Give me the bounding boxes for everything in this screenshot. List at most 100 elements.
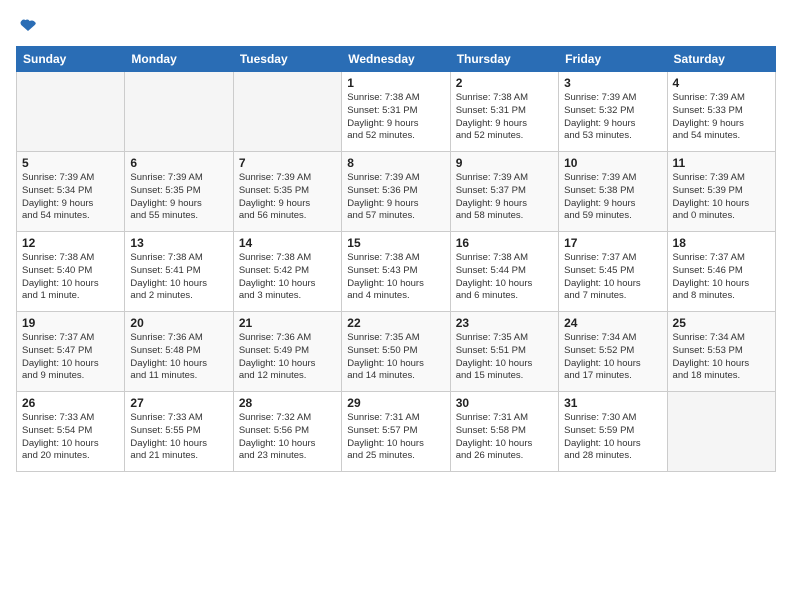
day-cell: 27Sunrise: 7:33 AM Sunset: 5:55 PM Dayli… bbox=[125, 392, 233, 472]
logo-bird-icon bbox=[18, 16, 38, 36]
day-cell bbox=[125, 72, 233, 152]
day-info: Sunrise: 7:39 AM Sunset: 5:36 PM Dayligh… bbox=[347, 172, 444, 223]
day-number: 1 bbox=[347, 76, 444, 90]
week-row-4: 26Sunrise: 7:33 AM Sunset: 5:54 PM Dayli… bbox=[17, 392, 776, 472]
day-cell bbox=[17, 72, 125, 152]
day-number: 5 bbox=[22, 156, 119, 170]
day-number: 21 bbox=[239, 316, 336, 330]
day-cell: 24Sunrise: 7:34 AM Sunset: 5:52 PM Dayli… bbox=[559, 312, 667, 392]
day-cell: 31 Sunrise: 7:30 AM Sunset: 5:59 PM Dayli… bbox=[559, 392, 667, 472]
day-info: Sunrise: 7:35 AM Sunset: 5:51 PM Dayligh… bbox=[456, 332, 553, 383]
day-number: 17 bbox=[564, 236, 661, 250]
day-cell: 20 Sunrise: 7:36 AM Sunset: 5:48 PM Dayli… bbox=[125, 312, 233, 392]
week-row-3: 19 Sunrise: 7:37 AM Sunset: 5:47 PM Dayli… bbox=[17, 312, 776, 392]
day-cell: 7Sunrise: 7:39 AM Sunset: 5:35 PM Daylig… bbox=[233, 152, 341, 232]
day-cell: 30 Sunrise: 7:31 AM Sunset: 5:58 PM Dayli… bbox=[450, 392, 558, 472]
day-cell: 11 Sunrise: 7:39 AM Sunset: 5:39 PM Dayli… bbox=[667, 152, 775, 232]
day-info: Sunrise: 7:31 AM Sunset: 5:57 PM Dayligh… bbox=[347, 412, 444, 463]
day-info: Sunrise: 7:38 AM Sunset: 5:42 PM Dayligh… bbox=[239, 252, 336, 303]
day-number: 13 bbox=[130, 236, 227, 250]
day-info: Sunrise: 7:34 AM Sunset: 5:53 PM Dayligh… bbox=[673, 332, 770, 383]
day-cell: 10Sunrise: 7:39 AM Sunset: 5:38 PM Dayli… bbox=[559, 152, 667, 232]
day-info: Sunrise: 7:38 AM Sunset: 5:44 PM Dayligh… bbox=[456, 252, 553, 303]
day-cell: 13 Sunrise: 7:38 AM Sunset: 5:41 PM Dayli… bbox=[125, 232, 233, 312]
day-info: Sunrise: 7:32 AM Sunset: 5:56 PM Dayligh… bbox=[239, 412, 336, 463]
day-cell: 16 Sunrise: 7:38 AM Sunset: 5:44 PM Dayli… bbox=[450, 232, 558, 312]
day-number: 14 bbox=[239, 236, 336, 250]
day-info: Sunrise: 7:37 AM Sunset: 5:46 PM Dayligh… bbox=[673, 252, 770, 303]
day-cell: 17 Sunrise: 7:37 AM Sunset: 5:45 PM Dayli… bbox=[559, 232, 667, 312]
day-cell: 25 Sunrise: 7:34 AM Sunset: 5:53 PM Dayli… bbox=[667, 312, 775, 392]
page-header bbox=[16, 16, 776, 36]
day-cell: 8 Sunrise: 7:39 AM Sunset: 5:36 PM Daylig… bbox=[342, 152, 450, 232]
header-row: SundayMondayTuesdayWednesdayThursdayFrid… bbox=[17, 47, 776, 72]
day-info: Sunrise: 7:39 AM Sunset: 5:35 PM Dayligh… bbox=[130, 172, 227, 223]
header-wednesday: Wednesday bbox=[342, 47, 450, 72]
day-info: Sunrise: 7:36 AM Sunset: 5:48 PM Dayligh… bbox=[130, 332, 227, 383]
day-number: 15 bbox=[347, 236, 444, 250]
day-number: 19 bbox=[22, 316, 119, 330]
day-cell: 19 Sunrise: 7:37 AM Sunset: 5:47 PM Dayli… bbox=[17, 312, 125, 392]
day-number: 24 bbox=[564, 316, 661, 330]
header-tuesday: Tuesday bbox=[233, 47, 341, 72]
day-cell: 4 Sunrise: 7:39 AM Sunset: 5:33 PM Daylig… bbox=[667, 72, 775, 152]
day-info: Sunrise: 7:33 AM Sunset: 5:54 PM Dayligh… bbox=[22, 412, 119, 463]
day-number: 23 bbox=[456, 316, 553, 330]
day-cell: 29 Sunrise: 7:31 AM Sunset: 5:57 PM Dayli… bbox=[342, 392, 450, 472]
header-sunday: Sunday bbox=[17, 47, 125, 72]
day-info: Sunrise: 7:39 AM Sunset: 5:33 PM Dayligh… bbox=[673, 92, 770, 143]
header-monday: Monday bbox=[125, 47, 233, 72]
day-cell bbox=[667, 392, 775, 472]
week-row-2: 12 Sunrise: 7:38 AM Sunset: 5:40 PM Dayli… bbox=[17, 232, 776, 312]
day-cell: 9 Sunrise: 7:39 AM Sunset: 5:37 PM Daylig… bbox=[450, 152, 558, 232]
day-number: 11 bbox=[673, 156, 770, 170]
day-info: Sunrise: 7:38 AM Sunset: 5:41 PM Dayligh… bbox=[130, 252, 227, 303]
day-info: Sunrise: 7:39 AM Sunset: 5:38 PM Dayligh… bbox=[564, 172, 661, 223]
day-number: 25 bbox=[673, 316, 770, 330]
day-cell: 28Sunrise: 7:32 AM Sunset: 5:56 PM Dayli… bbox=[233, 392, 341, 472]
day-info: Sunrise: 7:36 AM Sunset: 5:49 PM Dayligh… bbox=[239, 332, 336, 383]
day-cell: 15 Sunrise: 7:38 AM Sunset: 5:43 PM Dayli… bbox=[342, 232, 450, 312]
calendar-table: SundayMondayTuesdayWednesdayThursdayFrid… bbox=[16, 46, 776, 472]
day-cell: 18 Sunrise: 7:37 AM Sunset: 5:46 PM Dayli… bbox=[667, 232, 775, 312]
day-info: Sunrise: 7:39 AM Sunset: 5:37 PM Dayligh… bbox=[456, 172, 553, 223]
day-info: Sunrise: 7:37 AM Sunset: 5:47 PM Dayligh… bbox=[22, 332, 119, 383]
day-number: 31 bbox=[564, 396, 661, 410]
week-row-0: 1 Sunrise: 7:38 AM Sunset: 5:31 PM Daylig… bbox=[17, 72, 776, 152]
day-info: Sunrise: 7:39 AM Sunset: 5:39 PM Dayligh… bbox=[673, 172, 770, 223]
day-info: Sunrise: 7:39 AM Sunset: 5:34 PM Dayligh… bbox=[22, 172, 119, 223]
day-number: 2 bbox=[456, 76, 553, 90]
day-info: Sunrise: 7:38 AM Sunset: 5:40 PM Dayligh… bbox=[22, 252, 119, 303]
day-info: Sunrise: 7:39 AM Sunset: 5:35 PM Dayligh… bbox=[239, 172, 336, 223]
day-cell: 3Sunrise: 7:39 AM Sunset: 5:32 PM Daylig… bbox=[559, 72, 667, 152]
day-number: 18 bbox=[673, 236, 770, 250]
week-row-1: 5 Sunrise: 7:39 AM Sunset: 5:34 PM Daylig… bbox=[17, 152, 776, 232]
header-friday: Friday bbox=[559, 47, 667, 72]
day-cell: 21 Sunrise: 7:36 AM Sunset: 5:49 PM Dayli… bbox=[233, 312, 341, 392]
day-cell: 5 Sunrise: 7:39 AM Sunset: 5:34 PM Daylig… bbox=[17, 152, 125, 232]
day-cell: 14 Sunrise: 7:38 AM Sunset: 5:42 PM Dayli… bbox=[233, 232, 341, 312]
day-cell bbox=[233, 72, 341, 152]
day-number: 30 bbox=[456, 396, 553, 410]
day-info: Sunrise: 7:30 AM Sunset: 5:59 PM Dayligh… bbox=[564, 412, 661, 463]
day-info: Sunrise: 7:38 AM Sunset: 5:43 PM Dayligh… bbox=[347, 252, 444, 303]
day-number: 4 bbox=[673, 76, 770, 90]
day-cell: 26Sunrise: 7:33 AM Sunset: 5:54 PM Dayli… bbox=[17, 392, 125, 472]
day-number: 9 bbox=[456, 156, 553, 170]
header-thursday: Thursday bbox=[450, 47, 558, 72]
day-number: 12 bbox=[22, 236, 119, 250]
day-cell: 22 Sunrise: 7:35 AM Sunset: 5:50 PM Dayli… bbox=[342, 312, 450, 392]
day-cell: 2 Sunrise: 7:38 AM Sunset: 5:31 PM Daylig… bbox=[450, 72, 558, 152]
day-info: Sunrise: 7:33 AM Sunset: 5:55 PM Dayligh… bbox=[130, 412, 227, 463]
day-number: 8 bbox=[347, 156, 444, 170]
day-info: Sunrise: 7:38 AM Sunset: 5:31 PM Dayligh… bbox=[347, 92, 444, 143]
day-number: 20 bbox=[130, 316, 227, 330]
day-info: Sunrise: 7:37 AM Sunset: 5:45 PM Dayligh… bbox=[564, 252, 661, 303]
day-info: Sunrise: 7:38 AM Sunset: 5:31 PM Dayligh… bbox=[456, 92, 553, 143]
day-number: 16 bbox=[456, 236, 553, 250]
day-number: 22 bbox=[347, 316, 444, 330]
day-info: Sunrise: 7:35 AM Sunset: 5:50 PM Dayligh… bbox=[347, 332, 444, 383]
day-number: 29 bbox=[347, 396, 444, 410]
day-info: Sunrise: 7:31 AM Sunset: 5:58 PM Dayligh… bbox=[456, 412, 553, 463]
day-number: 3 bbox=[564, 76, 661, 90]
